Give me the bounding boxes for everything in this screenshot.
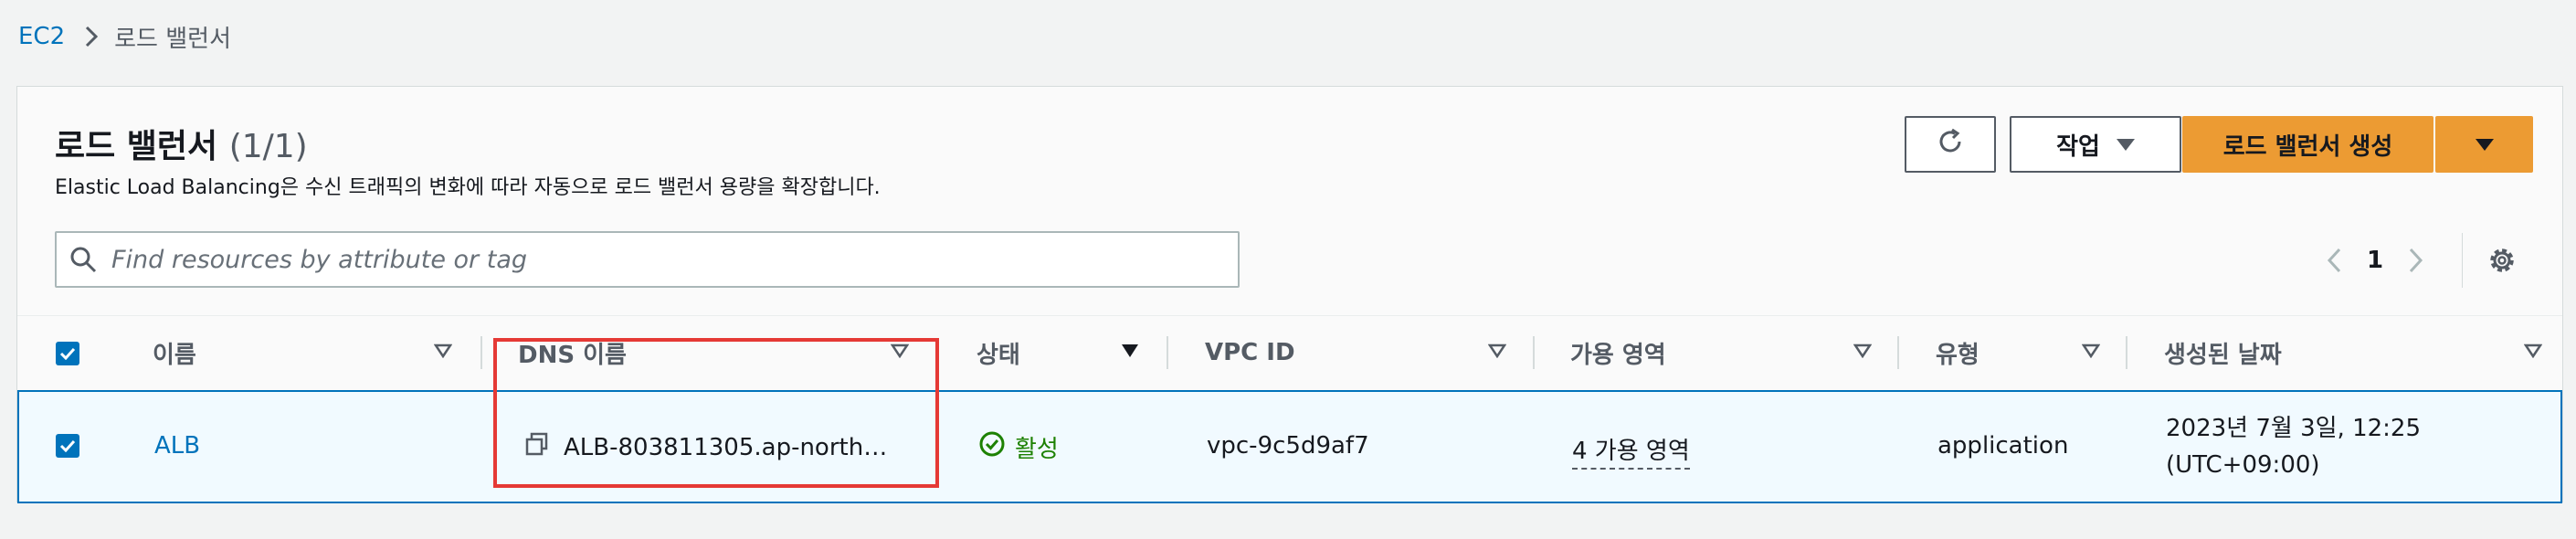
column-divider[interactable] — [1897, 336, 1899, 369]
created-date-line2: (UTC+09:00) — [2166, 451, 2320, 479]
column-divider[interactable] — [480, 336, 482, 369]
sort-icon[interactable] — [2523, 343, 2543, 362]
column-divider[interactable] — [1533, 336, 1535, 369]
load-balancers-panel: 로드 밸런서 (1/1) Elastic Load Balancing은 수신 … — [16, 86, 2563, 503]
row-checkbox[interactable] — [56, 434, 79, 458]
lb-type: application — [1937, 432, 2069, 460]
create-load-balancer-button[interactable]: 로드 밸런서 생성 — [2182, 116, 2433, 173]
status-text: 활성 — [1015, 436, 1059, 463]
created-date-line1: 2023년 7월 3일, 12:25 — [2166, 415, 2421, 442]
copy-icon[interactable] — [525, 432, 549, 462]
create-dropdown-button[interactable] — [2435, 116, 2533, 173]
column-divider[interactable] — [1167, 336, 1168, 369]
actions-button[interactable]: 작업 — [2010, 116, 2181, 173]
caret-down-icon — [2116, 131, 2135, 158]
search-icon — [69, 246, 97, 273]
title-text: 로드 밸런서 — [55, 128, 218, 165]
table-row[interactable]: ALB ALB-803811305.ap-north… 활성 vpc-9c5d9… — [17, 390, 2562, 503]
table-header: 이름 DNS 이름 상태 VPC ID 가용 영역 유형 생성된 날짜 — [17, 315, 2562, 390]
create-label: 로드 밸런서 생성 — [2222, 132, 2393, 161]
success-check-icon — [978, 430, 1006, 464]
created-date: 2023년 7월 3일, 12:25 (UTC+09:00) — [2166, 410, 2421, 483]
column-divider[interactable] — [2126, 336, 2127, 369]
actions-label: 작업 — [2056, 132, 2100, 161]
column-header-status[interactable]: 상태 — [977, 316, 1020, 389]
previous-page-icon[interactable] — [2316, 248, 2352, 273]
dns-name: ALB-803811305.ap-north… — [564, 433, 888, 461]
refresh-icon — [1935, 126, 1966, 164]
page-description: Elastic Load Balancing은 수신 트래픽의 변화에 따라 자… — [55, 176, 881, 199]
column-header-az[interactable]: 가용 영역 — [1570, 316, 1666, 389]
search-box — [55, 231, 1240, 288]
sort-icon[interactable] — [2081, 343, 2101, 362]
column-header-name[interactable]: 이름 — [153, 316, 196, 389]
select-all-checkbox[interactable] — [56, 342, 79, 365]
pagination: 1 — [2316, 238, 2434, 283]
sort-active-icon[interactable] — [1121, 343, 1139, 362]
next-page-icon[interactable] — [2398, 248, 2434, 273]
chevron-right-icon — [85, 26, 99, 48]
sort-icon[interactable] — [890, 343, 910, 362]
page-title: 로드 밸런서 (1/1) — [55, 120, 308, 167]
page-number[interactable]: 1 — [2352, 247, 2398, 274]
divider — [2462, 233, 2463, 288]
sort-icon[interactable] — [1853, 343, 1873, 362]
caret-down-icon — [2475, 131, 2494, 158]
settings-gear-icon[interactable] — [2482, 240, 2522, 280]
title-count: (1/1) — [228, 128, 308, 165]
dns-cell: ALB-803811305.ap-north… — [525, 432, 887, 462]
breadcrumb: EC2 로드 밸런서 — [18, 18, 231, 55]
search-input[interactable] — [110, 244, 1238, 275]
vpc-id: vpc-9c5d9af7 — [1207, 432, 1369, 460]
sort-icon[interactable] — [433, 343, 453, 362]
lb-name-link[interactable]: ALB — [154, 432, 200, 460]
column-header-created[interactable]: 생성된 날짜 — [2164, 316, 2282, 389]
refresh-button[interactable] — [1905, 116, 1996, 173]
breadcrumb-current: 로드 밸런서 — [114, 25, 231, 53]
status-badge: 활성 — [978, 430, 1059, 464]
sort-icon[interactable] — [1487, 343, 1507, 362]
column-header-type[interactable]: 유형 — [1936, 316, 1980, 389]
breadcrumb-ec2-link[interactable]: EC2 — [18, 23, 65, 50]
availability-zones[interactable]: 4 가용 영역 — [1572, 432, 1690, 470]
column-header-vpc[interactable]: VPC ID — [1205, 316, 1295, 389]
column-header-dns[interactable]: DNS 이름 — [518, 316, 627, 389]
